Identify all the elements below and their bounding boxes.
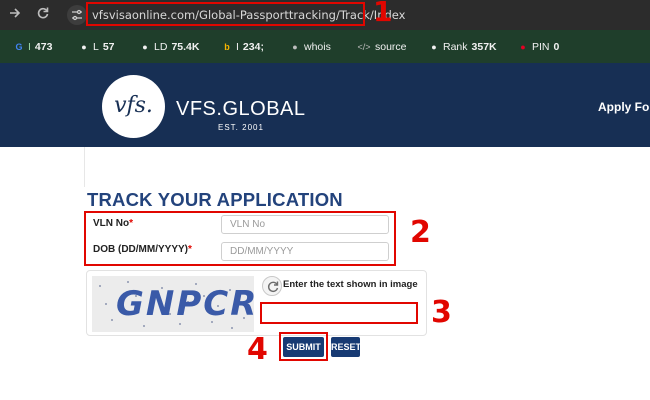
ext-value: 234; [242,41,264,53]
reload-icon[interactable] [34,6,52,24]
brand-est: EST. 2001 [218,123,264,132]
ext-link-domains[interactable]: ● LD 75.4K [140,41,199,53]
ext-label: whois [304,41,331,53]
vln-label: VLN No* [93,218,133,229]
ext-label: PIN [532,41,550,53]
ext-value: 357K [471,41,497,53]
captcha-code: GNPCR [116,284,254,324]
ext-source[interactable]: </> source [357,41,407,53]
code-icon: </> [357,42,371,52]
page-title: TRACK YOUR APPLICATION [87,189,343,210]
site-info-icon[interactable] [67,5,87,25]
ext-whois[interactable]: ● whois [290,41,331,53]
vln-label-text: VLN No [93,218,130,229]
vln-input[interactable] [221,215,389,234]
ext-label: source [375,41,407,53]
submit-button[interactable]: SUBMIT [283,337,324,357]
apply-for-link[interactable]: Apply For [598,100,650,114]
ext-label: I [28,41,31,53]
annotation-1: 1 [373,0,393,28]
ext-rank[interactable]: ● Rank 357K [429,41,497,53]
vfs-logo[interactable]: vfs. [102,75,165,138]
url-highlight-box [86,2,365,26]
ext-pinterest[interactable]: ● PIN 0 [518,41,559,53]
captcha-input[interactable] [260,302,418,324]
annotation-4: 4 [247,332,268,367]
ext-links[interactable]: ● L 57 [79,41,115,53]
forward-arrow-icon[interactable] [6,6,24,24]
dob-label-text: DOB (DD/MM/YYYY) [93,244,188,255]
content-divider [84,147,85,187]
site-header: vfs. VFS.GLOBAL EST. 2001 Apply For [0,63,650,147]
dot-icon: ● [81,42,87,52]
extension-toolbar: G I 473 ● L 57 ● LD 75.4K b I 234; ● who… [0,30,650,63]
logo-mark: vfs. [114,93,153,118]
ext-label: L [93,41,99,53]
annotation-2: 2 [410,215,431,250]
dot-icon: ● [431,42,437,52]
required-mark: * [188,244,192,255]
pinterest-icon: ● [520,42,526,52]
dot-icon: ● [142,42,148,52]
person-icon: ● [292,42,298,52]
dob-input[interactable] [221,242,389,261]
reset-button[interactable]: RESET [331,337,361,357]
ext-value: 57 [102,41,115,53]
bing-icon: b [224,42,230,52]
captcha-image: GNPCR [92,276,254,332]
ext-label: I [236,41,239,53]
ext-label: Rank [443,41,468,53]
dob-label: DOB (DD/MM/YYYY)* [93,244,192,255]
ext-value: 473 [34,41,53,53]
required-mark: * [129,218,134,229]
ext-bing-indexed[interactable]: b I 234; [222,41,264,53]
ext-label: LD [154,41,168,53]
ext-google-indexed[interactable]: G I 473 [14,41,52,53]
annotation-3: 3 [431,295,452,330]
browser-address-bar: vfsvisaonline.com/Global-Passporttrackin… [0,0,650,30]
brand-name: VFS.GLOBAL [176,98,306,120]
google-icon: G [15,42,23,52]
ext-value: 0 [553,41,560,53]
ext-value: 75.4K [171,41,200,53]
refresh-captcha-icon[interactable] [262,276,282,296]
captcha-hint: Enter the text shown in image [283,279,418,290]
